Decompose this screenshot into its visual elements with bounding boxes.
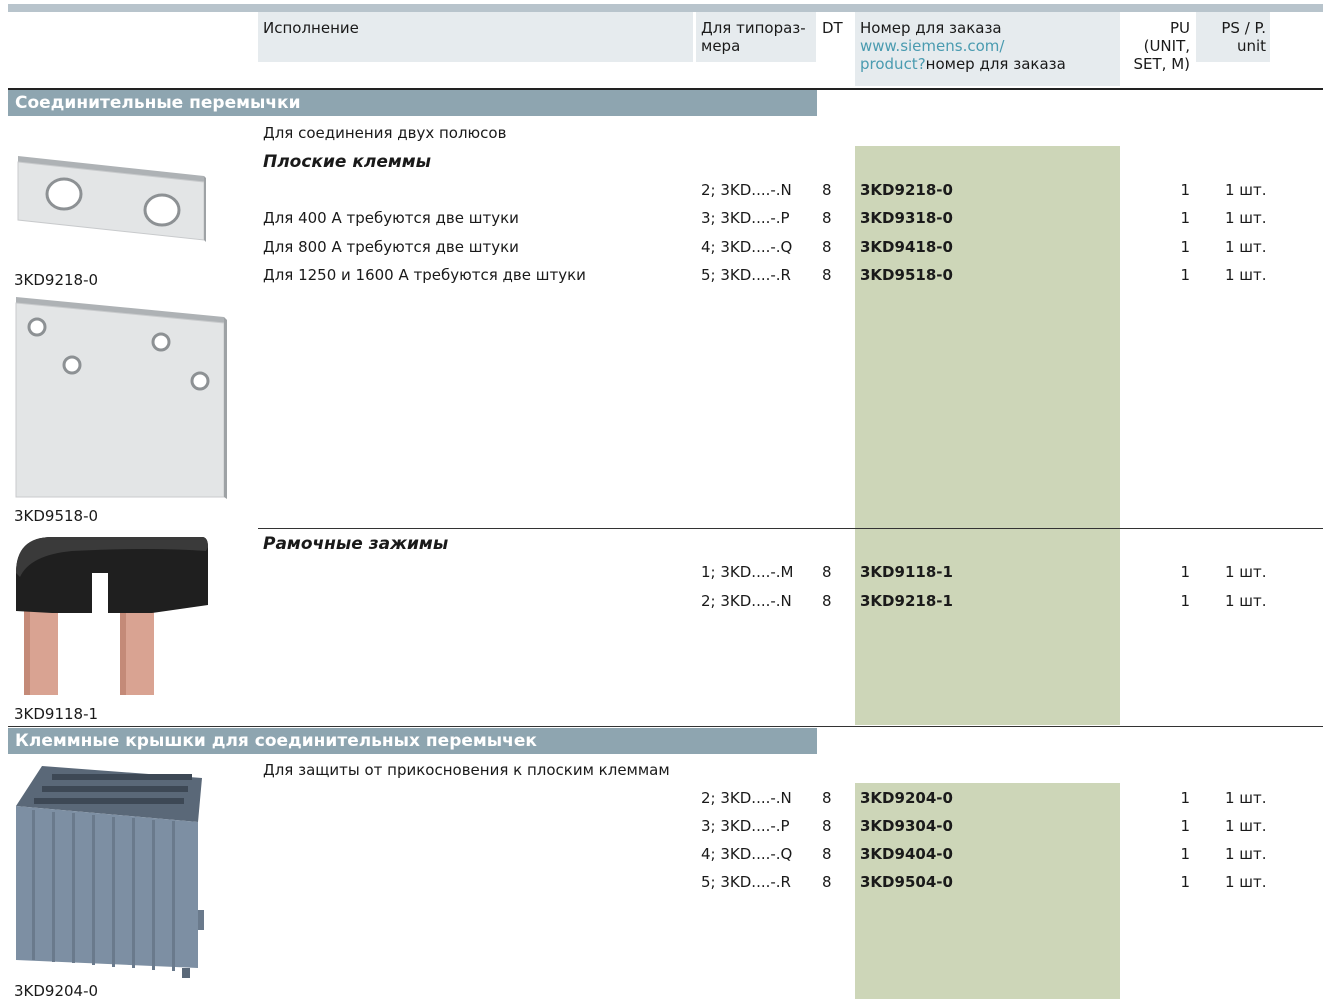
dt-cell: 8 bbox=[822, 238, 832, 256]
image-caption: 3KD9118-1 bbox=[14, 705, 99, 723]
ps-cell: 1 шт. bbox=[1225, 592, 1267, 610]
order-number[interactable]: 3KD9504-0 bbox=[860, 873, 953, 891]
terminal-cover-image bbox=[16, 766, 204, 978]
order-number[interactable]: 3KD9304-0 bbox=[860, 817, 953, 835]
size-cell: 4; 3KD....-.Q bbox=[701, 238, 793, 256]
dt-cell: 8 bbox=[822, 592, 832, 610]
order-number[interactable]: 3KD9218-1 bbox=[860, 592, 953, 610]
dt-cell: 8 bbox=[822, 817, 832, 835]
section-title-jumpers: Соединительные перемычки bbox=[8, 90, 817, 116]
header-order-suffix: номер для заказа bbox=[925, 55, 1066, 73]
header-order: Номер для заказа www.siemens.com/ produc… bbox=[860, 19, 1066, 73]
dt-cell: 8 bbox=[822, 789, 832, 807]
ps-cell: 1 шт. bbox=[1225, 789, 1267, 807]
group-divider bbox=[258, 528, 1323, 529]
image-caption: 3KD9204-0 bbox=[14, 982, 99, 1000]
order-number[interactable]: 3KD9404-0 bbox=[860, 845, 953, 863]
top-bar bbox=[8, 4, 1323, 12]
section-intro: Для соединения двух полюсов bbox=[263, 124, 507, 142]
pu-cell: 1 bbox=[1180, 209, 1190, 227]
size-cell: 5; 3KD....-.R bbox=[701, 266, 791, 284]
pu-cell: 1 bbox=[1180, 817, 1190, 835]
size-cell: 2; 3KD....-.N bbox=[701, 592, 792, 610]
section-divider bbox=[8, 726, 1323, 727]
order-column-bg bbox=[855, 783, 1120, 999]
order-number[interactable]: 3KD9218-0 bbox=[860, 181, 953, 199]
section-title-covers: Клеммные крышки для соединительных перем… bbox=[8, 728, 817, 754]
size-cell: 3; 3KD....-.P bbox=[701, 817, 790, 835]
ps-cell: 1 шт. bbox=[1225, 873, 1267, 891]
header-order-link[interactable]: www.siemens.com/ bbox=[860, 37, 1066, 55]
header-pu: PU (UNIT, SET, M) bbox=[1133, 19, 1191, 73]
order-number[interactable]: 3KD9418-0 bbox=[860, 238, 953, 256]
ps-cell: 1 шт. bbox=[1225, 209, 1267, 227]
order-column-bg bbox=[855, 529, 1120, 725]
size-cell: 2; 3KD....-.N bbox=[701, 789, 792, 807]
ps-cell: 1 шт. bbox=[1225, 238, 1267, 256]
pu-cell: 1 bbox=[1180, 563, 1190, 581]
dt-cell: 8 bbox=[822, 266, 832, 284]
pu-cell: 1 bbox=[1180, 592, 1190, 610]
order-number[interactable]: 3KD9518-0 bbox=[860, 266, 953, 284]
header-dt: DT bbox=[822, 19, 843, 37]
group-subtitle: Рамочные зажимы bbox=[263, 534, 449, 554]
size-cell: 2; 3KD....-.N bbox=[701, 181, 792, 199]
image-caption: 3KD9518-0 bbox=[14, 507, 99, 525]
group-subtitle: Плоские клеммы bbox=[263, 152, 432, 172]
ps-cell: 1 шт. bbox=[1225, 266, 1267, 284]
ps-cell: 1 шт. bbox=[1225, 563, 1267, 581]
dt-cell: 8 bbox=[822, 845, 832, 863]
image-caption: 3KD9218-0 bbox=[14, 271, 99, 289]
dt-cell: 8 bbox=[822, 209, 832, 227]
flat-terminal-jumper-large-image bbox=[15, 297, 227, 499]
dt-cell: 8 bbox=[822, 873, 832, 891]
order-column-bg bbox=[855, 146, 1120, 528]
ps-cell: 1 шт. bbox=[1225, 181, 1267, 199]
pu-cell: 1 bbox=[1180, 238, 1190, 256]
header-ps: PS / P. unit bbox=[1221, 19, 1266, 55]
size-cell: 3; 3KD....-.P bbox=[701, 209, 790, 227]
desc-cell: Для 800 А требуются две штуки bbox=[263, 238, 519, 256]
size-cell: 4; 3KD....-.Q bbox=[701, 845, 793, 863]
header-design: Исполнение bbox=[263, 19, 359, 37]
size-cell: 1; 3KD....-.M bbox=[701, 563, 794, 581]
header-order-title: Номер для заказа bbox=[860, 19, 1002, 37]
pu-cell: 1 bbox=[1180, 789, 1190, 807]
box-terminal-jumper-image bbox=[16, 537, 208, 695]
section-intro: Для защиты от прикосновения к плоским кл… bbox=[263, 761, 670, 779]
size-cell: 5; 3KD....-.R bbox=[701, 873, 791, 891]
dt-cell: 8 bbox=[822, 563, 832, 581]
desc-cell: Для 400 А требуются две штуки bbox=[263, 209, 519, 227]
header-size: Для типораз- мера bbox=[701, 19, 806, 55]
ps-cell: 1 шт. bbox=[1225, 817, 1267, 835]
order-number[interactable]: 3KD9204-0 bbox=[860, 789, 953, 807]
dt-cell: 8 bbox=[822, 181, 832, 199]
header-order-link2[interactable]: product? bbox=[860, 55, 926, 73]
pu-cell: 1 bbox=[1180, 873, 1190, 891]
order-number[interactable]: 3KD9318-0 bbox=[860, 209, 953, 227]
order-number[interactable]: 3KD9118-1 bbox=[860, 563, 953, 581]
pu-cell: 1 bbox=[1180, 845, 1190, 863]
flat-terminal-jumper-image bbox=[17, 156, 206, 242]
ps-cell: 1 шт. bbox=[1225, 845, 1267, 863]
pu-cell: 1 bbox=[1180, 181, 1190, 199]
pu-cell: 1 bbox=[1180, 266, 1190, 284]
desc-cell: Для 1250 и 1600 А требуются две штуки bbox=[263, 266, 586, 284]
